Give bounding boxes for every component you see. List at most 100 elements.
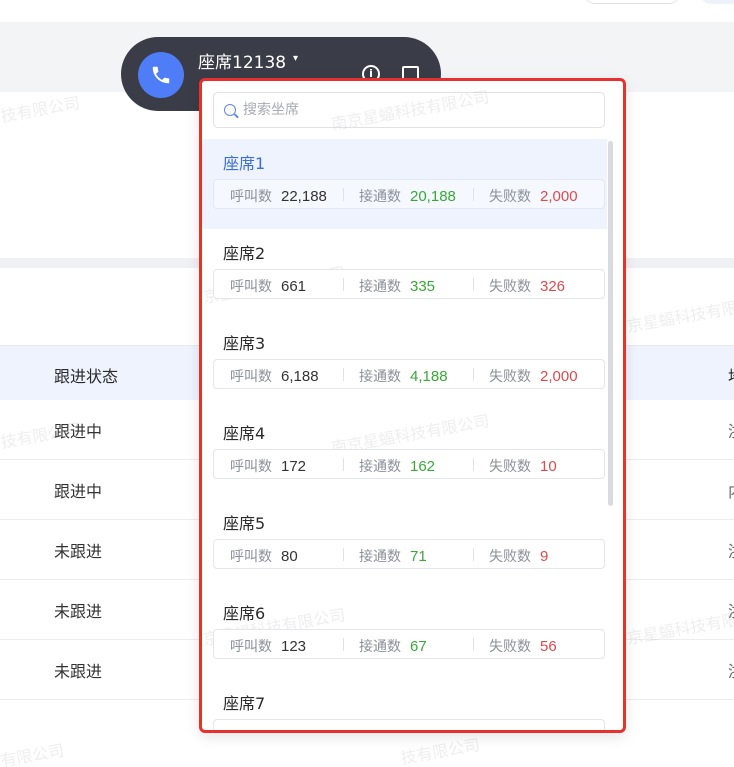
stat-label: 失败数 [489, 549, 531, 565]
stat-value: 20,188 [410, 188, 456, 205]
watermark: 有限公司 [0, 740, 66, 767]
stat-label: 失败数 [489, 459, 531, 475]
region-cell: 浙 [728, 538, 734, 562]
agent-stats: 呼叫数 661 接通数 335 失败数 326 [213, 269, 605, 299]
region-cell: 内 [728, 478, 734, 502]
stat-calls: 呼叫数 172 [230, 456, 306, 476]
top-action-button[interactable] [584, 0, 680, 4]
agent-name: 座席5 [223, 514, 266, 533]
call-button[interactable] [138, 52, 184, 98]
agent-item[interactable]: 座席1 呼叫数 22,188 接通数 20,188 失败数 2,000 [202, 139, 607, 229]
stat-value: 172 [281, 458, 307, 475]
agent-selector[interactable]: 座席12138 [198, 48, 286, 73]
stat-label: 失败数 [489, 369, 531, 385]
stat-calls: 呼叫数 80 [230, 546, 298, 566]
search-box [213, 92, 605, 128]
divider [473, 188, 474, 201]
stat-label: 失败数 [489, 189, 531, 205]
stat-value: 10 [540, 458, 557, 475]
stat-label: 失败数 [489, 639, 531, 655]
stat-failed: 失败数 56 [489, 636, 557, 656]
agent-item[interactable]: 座席4 呼叫数 172 接通数 162 失败数 10 [202, 409, 607, 499]
agent-item[interactable]: 座席7 [202, 679, 607, 730]
divider [473, 368, 474, 381]
status-cell: 跟进中 [54, 422, 103, 441]
caret-down-icon[interactable]: ▾ [293, 53, 298, 64]
phone-icon [152, 66, 170, 84]
stat-value: 162 [410, 458, 436, 475]
column-header-status: 跟进状态 [54, 367, 119, 386]
agent-name: 座席7 [223, 694, 266, 713]
divider [473, 458, 474, 471]
watermark: 技有限公司 [0, 93, 82, 126]
agent-item[interactable]: 座席3 呼叫数 6,188 接通数 4,188 失败数 2,000 [202, 319, 607, 409]
region-cell: 浙 [728, 658, 734, 682]
stat-label: 接通数 [359, 189, 401, 205]
agent-stats: 呼叫数 172 接通数 162 失败数 10 [213, 449, 605, 479]
agent-name: 座席1 [223, 154, 266, 173]
divider [343, 188, 344, 201]
stat-label: 呼叫数 [230, 639, 272, 655]
stat-value: 2,000 [540, 188, 578, 205]
stat-calls: 呼叫数 6,188 [230, 366, 319, 386]
stat-calls: 呼叫数 123 [230, 636, 306, 656]
stat-value: 326 [540, 278, 566, 295]
agent-stats: 呼叫数 22,188 接通数 20,188 失败数 2,000 [213, 179, 605, 209]
divider [473, 638, 474, 651]
region-cell: 浙 [728, 418, 734, 442]
stat-label: 呼叫数 [230, 369, 272, 385]
stat-connected: 接通数 20,188 [359, 186, 456, 206]
stat-value: 661 [281, 278, 307, 295]
divider [473, 278, 474, 291]
stat-label: 呼叫数 [230, 459, 272, 475]
stat-calls: 呼叫数 661 [230, 276, 306, 296]
stat-value: 123 [281, 638, 307, 655]
stat-connected: 接通数 335 [359, 276, 435, 296]
agent-name: 座席3 [223, 334, 266, 353]
agent-name: 座席4 [223, 424, 266, 443]
stat-label: 接通数 [359, 459, 401, 475]
agent-dropdown: 南京星蝠科技有限公司 南京星蝠科技有限公司 南京星蝠科技有限公司 南京星蝠科技有… [199, 78, 626, 733]
stat-connected: 接通数 71 [359, 546, 427, 566]
watermark: 南京星蝠科技有限公司 [609, 292, 734, 339]
stat-connected: 接通数 162 [359, 456, 435, 476]
agent-stats: 呼叫数 6,188 接通数 4,188 失败数 2,000 [213, 359, 605, 389]
divider [343, 368, 344, 381]
stat-failed: 失败数 2,000 [489, 186, 578, 206]
agent-stats: 呼叫数 80 接通数 71 失败数 9 [213, 539, 605, 569]
search-icon [224, 104, 236, 116]
stat-value: 56 [540, 638, 557, 655]
divider [473, 548, 474, 561]
stat-value: 67 [410, 638, 427, 655]
region-cell: 浙 [728, 598, 734, 622]
dropdown-scrollbar[interactable] [608, 141, 613, 506]
stat-label: 呼叫数 [230, 279, 272, 295]
stat-failed: 失败数 2,000 [489, 366, 578, 386]
status-cell: 跟进中 [54, 482, 103, 501]
stat-value: 22,188 [281, 188, 327, 205]
search-input[interactable] [243, 93, 598, 127]
divider [343, 458, 344, 471]
stat-label: 接通数 [359, 549, 401, 565]
stat-value: 335 [410, 278, 436, 295]
agent-name: 座席6 [223, 604, 266, 623]
agent-stats: 呼叫数 123 接通数 67 失败数 56 [213, 629, 605, 659]
agent-item[interactable]: 座席5 呼叫数 80 接通数 71 失败数 9 [202, 499, 607, 589]
agent-stats [213, 719, 605, 730]
stat-connected: 接通数 67 [359, 636, 427, 656]
stat-failed: 失败数 326 [489, 276, 565, 296]
agent-item[interactable]: 座席6 呼叫数 123 接通数 67 失败数 56 [202, 589, 607, 679]
stat-label: 接通数 [359, 639, 401, 655]
divider [343, 278, 344, 291]
stat-label: 接通数 [359, 279, 401, 295]
agent-item[interactable]: 座席2 呼叫数 661 接通数 335 失败数 326 [202, 229, 607, 319]
status-cell: 未跟进 [54, 542, 103, 561]
agent-list: 座席1 呼叫数 22,188 接通数 20,188 失败数 2,000 座席2 呼叫数… [202, 139, 623, 730]
stat-label: 接通数 [359, 369, 401, 385]
status-cell: 未跟进 [54, 602, 103, 621]
agent-name: 座席2 [223, 244, 266, 263]
stat-value: 71 [410, 548, 427, 565]
stat-label: 失败数 [489, 279, 531, 295]
status-cell: 未跟进 [54, 662, 103, 681]
stat-value: 80 [281, 548, 298, 565]
